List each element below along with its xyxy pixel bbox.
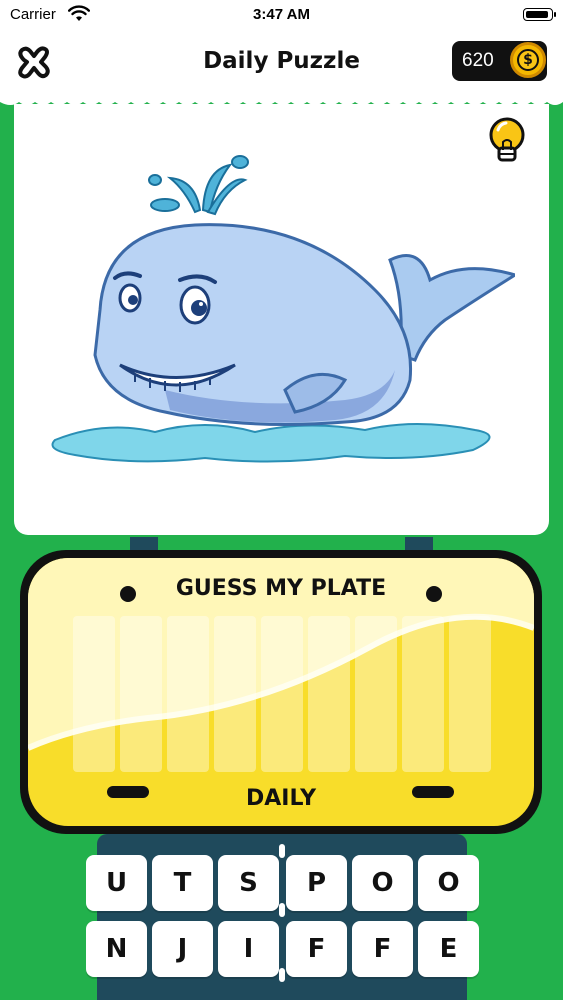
answer-slot[interactable] (261, 616, 303, 772)
coin-symbol: $ (517, 49, 539, 71)
plate-bolt-right (426, 586, 442, 602)
plate-title: GUESS MY PLATE (175, 576, 387, 601)
letter-key[interactable]: F (286, 921, 347, 977)
answer-slot[interactable] (449, 616, 491, 772)
road-dash (279, 968, 285, 982)
puzzle-whale-image (51, 155, 515, 463)
answer-slot[interactable] (355, 616, 397, 772)
letter-key[interactable]: J (152, 921, 213, 977)
plate-footer: DAILY (246, 786, 316, 811)
road-dash (279, 903, 285, 917)
answer-slot[interactable] (167, 616, 209, 772)
letter-key[interactable]: I (218, 921, 279, 977)
answer-slot[interactable] (120, 616, 162, 772)
coin-balance[interactable]: 620 $ (452, 41, 547, 81)
answer-slot[interactable] (308, 616, 350, 772)
letter-key[interactable]: O (352, 855, 413, 911)
plate-bolt-left (120, 586, 136, 602)
letter-key[interactable]: U (86, 855, 147, 911)
letter-key[interactable]: O (418, 855, 479, 911)
road-dash (279, 844, 285, 858)
license-plate: GUESS MY PLATE DAILY (20, 550, 542, 834)
letter-key[interactable]: F (352, 921, 413, 977)
letter-key[interactable]: P (286, 855, 347, 911)
answer-slot[interactable] (73, 616, 115, 772)
coin-count: 620 (462, 50, 494, 71)
coin-icon: $ (510, 42, 546, 78)
answer-slot[interactable] (214, 616, 256, 772)
letter-key[interactable]: N (86, 921, 147, 977)
battery-icon (523, 8, 556, 21)
answer-slot[interactable] (402, 616, 444, 772)
letter-key[interactable]: S (218, 855, 279, 911)
letter-key[interactable]: T (152, 855, 213, 911)
letter-key[interactable]: E (418, 921, 479, 977)
top-header: Daily Puzzle 620 $ (0, 30, 563, 105)
status-time: 3:47 AM (253, 6, 310, 23)
status-bar: Carrier 3:47 AM (0, 0, 563, 30)
